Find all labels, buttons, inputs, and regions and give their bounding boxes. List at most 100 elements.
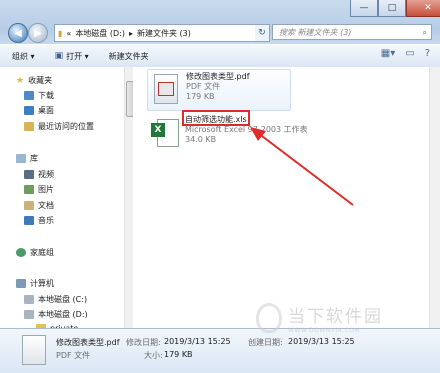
watermark: 当下软件园 WWW.DOWNXIA.COM <box>256 302 383 334</box>
folder-icon: ▮ <box>58 28 63 38</box>
file-size: 179 KB <box>186 92 215 101</box>
organize-label: 组织 ▾ <box>12 51 35 61</box>
nav-libraries[interactable]: 库 <box>16 153 38 164</box>
nav-homegroup[interactable]: 家庭组 <box>16 247 54 258</box>
nav-item-label: 本地磁盘 (D:) <box>38 310 88 319</box>
window-controls: — □ ✕ <box>350 0 440 18</box>
nav-item-desktop[interactable]: 桌面 <box>24 105 54 116</box>
content-scrollbar[interactable] <box>429 67 440 328</box>
nav-item-label: 本地磁盘 (C:) <box>38 295 88 304</box>
nav-favorites[interactable]: ★ 收藏夹 <box>16 75 52 86</box>
download-icon <box>24 91 34 100</box>
pdf-badge-shape <box>158 82 174 96</box>
nav-item-music[interactable]: 音乐 <box>24 215 54 226</box>
file-type: PDF 文件 <box>186 82 221 91</box>
documents-icon <box>24 201 34 210</box>
file-item-pdf[interactable]: 修改图表类型.pdf PDF 文件 179 KB <box>147 69 291 111</box>
file-size: 34.0 KB <box>185 135 217 144</box>
nav-item-drive-d[interactable]: 本地磁盘 (D:) <box>24 309 88 320</box>
excel-file-icon: X <box>151 117 179 149</box>
search-input[interactable]: 搜索 新建文件夹 (3) ⌕ <box>272 24 432 40</box>
nav-item-label: 文档 <box>38 201 54 210</box>
nav-item-label: 音乐 <box>38 216 54 225</box>
watermark-text-block: 当下软件园 WWW.DOWNXIA.COM <box>288 302 383 334</box>
file-type: Microsoft Excel 97-2003 工作表 <box>185 125 308 134</box>
minimize-button[interactable]: — <box>350 0 378 17</box>
homegroup-icon <box>16 248 26 257</box>
nav-item-pictures[interactable]: 图片 <box>24 184 54 195</box>
details-modified-label: 修改日期: <box>126 338 161 347</box>
nav-item-downloads[interactable]: 下载 <box>24 90 54 101</box>
navigation-pane: ★ 收藏夹 下载 桌面 最近访问的位置 库 视频 图片 文档 音乐 家庭组 计算… <box>0 67 133 328</box>
maximize-button[interactable]: □ <box>378 0 406 17</box>
details-size-value: 179 KB <box>164 350 193 359</box>
preview-pane-icon[interactable]: ▭ <box>405 48 414 59</box>
search-icon[interactable]: ⌕ <box>423 25 427 41</box>
details-pdf-icon <box>22 335 46 365</box>
address-prefix[interactable]: « <box>66 29 71 38</box>
nav-item-label: 下载 <box>38 91 54 100</box>
computer-icon <box>16 279 26 288</box>
nav-item-label: 图片 <box>38 185 54 194</box>
open-label: 打开 ▾ <box>66 51 89 61</box>
nav-item-documents[interactable]: 文档 <box>24 200 54 211</box>
nav-favorites-label: 收藏夹 <box>28 76 53 85</box>
open-button[interactable]: ▣ 打开 ▾ <box>55 51 89 62</box>
forward-arrow-icon: ▶ <box>34 27 42 39</box>
toolbar-right: ▦▾ ▭ ? <box>381 48 430 59</box>
file-list: 修改图表类型.pdf PDF 文件 179 KB X 自动筛选功能.xls Mi… <box>133 67 429 328</box>
file-name: 修改图表类型.pdf <box>186 72 250 81</box>
desktop-icon <box>24 106 34 115</box>
breadcrumb-folder[interactable]: 新建文件夹 (3) <box>137 28 191 39</box>
video-icon <box>24 170 34 179</box>
explorer-window: — □ ✕ ◀ ▶ ▮ « 本地磁盘 (D:) ▸ 新建文件夹 (3) ↻ 搜索… <box>0 0 440 373</box>
back-arrow-icon: ◀ <box>14 27 22 39</box>
details-pane: 修改图表类型.pdf PDF 文件 修改日期: 2019/3/13 15:25 … <box>0 328 440 373</box>
forward-button[interactable]: ▶ <box>28 23 48 43</box>
details-created-label: 创建日期: <box>248 338 283 347</box>
nav-item-drive-c[interactable]: 本地磁盘 (C:) <box>24 294 87 305</box>
close-button[interactable]: ✕ <box>406 0 440 17</box>
nav-item-recent[interactable]: 最近访问的位置 <box>24 121 94 132</box>
breadcrumb-separator-icon[interactable]: ▸ <box>129 29 133 38</box>
pictures-icon <box>24 185 34 194</box>
address-bar[interactable]: ▮ « 本地磁盘 (D:) ▸ 新建文件夹 (3) <box>54 24 266 42</box>
refresh-button[interactable]: ↻ <box>255 24 270 42</box>
organize-button[interactable]: 组织 ▾ <box>12 51 35 62</box>
nav-homegroup-label: 家庭组 <box>30 248 54 257</box>
recent-places-icon <box>24 122 34 131</box>
view-options-icon[interactable]: ▦▾ <box>381 48 395 59</box>
watermark-logo-icon <box>256 303 282 333</box>
open-icon: ▣ <box>54 51 64 61</box>
details-modified-value: 2019/3/13 15:25 <box>164 337 231 346</box>
nav-computer[interactable]: 计算机 <box>16 278 54 289</box>
nav-item-videos[interactable]: 视频 <box>24 169 54 180</box>
help-icon[interactable]: ? <box>425 48 430 59</box>
pdf-file-icon <box>152 74 180 106</box>
drive-icon <box>24 310 34 319</box>
star-icon: ★ <box>16 75 25 86</box>
nav-item-label: 最近访问的位置 <box>38 122 94 131</box>
nav-item-label: 桌面 <box>38 106 54 115</box>
back-button[interactable]: ◀ <box>8 23 28 43</box>
command-bar: 组织 ▾ ▣ 打开 ▾ 新建文件夹 ▦▾ ▭ ? <box>0 44 440 68</box>
details-size-label: 大小: <box>144 351 163 360</box>
details-type: PDF 文件 <box>56 351 91 360</box>
music-icon <box>24 216 34 225</box>
excel-badge-shape: X <box>151 123 165 137</box>
details-name: 修改图表类型.pdf <box>56 338 120 347</box>
refresh-icon: ↻ <box>258 28 266 38</box>
watermark-subtext: WWW.DOWNXIA.COM <box>288 327 361 334</box>
breadcrumb-drive[interactable]: 本地磁盘 (D:) <box>75 28 125 39</box>
nav-item-label: 视频 <box>38 170 54 179</box>
drive-icon <box>24 295 34 304</box>
new-folder-button[interactable]: 新建文件夹 <box>109 51 149 62</box>
nav-libraries-label: 库 <box>30 154 38 163</box>
library-icon <box>16 154 26 163</box>
watermark-text: 当下软件园 <box>288 307 383 327</box>
search-placeholder: 搜索 新建文件夹 (3) <box>279 28 352 37</box>
annotation-highlight-box <box>182 110 250 126</box>
nav-computer-label: 计算机 <box>30 279 54 288</box>
details-created-value: 2019/3/13 15:25 <box>288 337 355 346</box>
new-folder-label: 新建文件夹 <box>108 51 149 61</box>
